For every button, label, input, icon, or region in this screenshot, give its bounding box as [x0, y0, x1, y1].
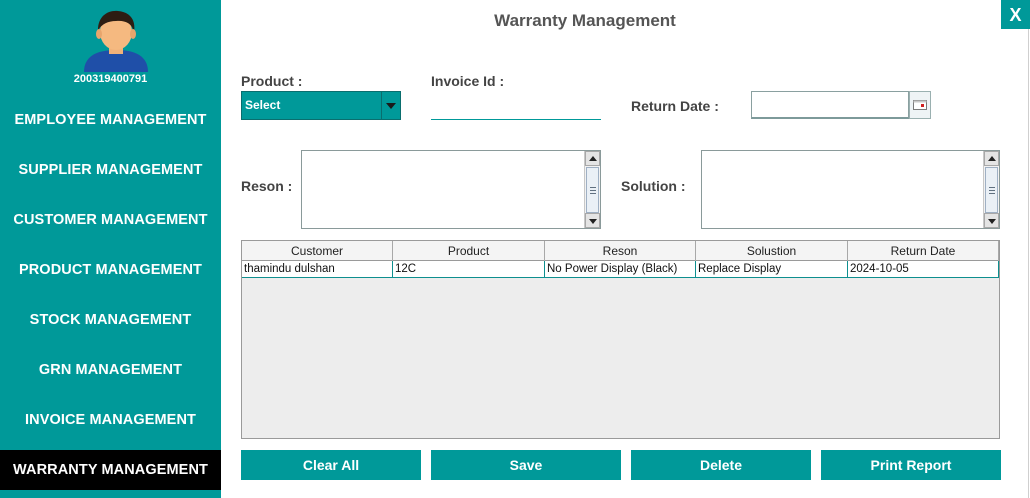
invoice-id-label: Invoice Id : [431, 73, 505, 89]
scroll-down-arrow-icon[interactable] [585, 213, 600, 228]
column-header-return-date[interactable]: Return Date [848, 241, 999, 261]
sidebar-item-grn-management[interactable]: GRN MANAGEMENT [0, 350, 221, 390]
solution-textarea[interactable] [702, 151, 983, 228]
column-header-product[interactable]: Product [393, 241, 545, 261]
product-select-value: Select [245, 98, 281, 112]
reason-textarea[interactable] [302, 151, 584, 228]
table-cell-reason: No Power Display (Black) [545, 261, 696, 277]
scroll-up-arrow-icon[interactable] [585, 151, 600, 166]
scroll-thumb[interactable] [586, 167, 599, 213]
solution-label: Solution : [621, 178, 686, 194]
save-button[interactable]: Save [431, 450, 621, 480]
table-row[interactable]: thamindu dulshan 12C No Power Display (B… [242, 261, 999, 278]
sidebar-item-invoice-management[interactable]: INVOICE MANAGEMENT [0, 400, 221, 440]
table-header: Customer Product Reson Solustion Return … [242, 241, 999, 261]
reason-textarea-box [301, 150, 601, 229]
chevron-down-icon[interactable] [381, 92, 400, 119]
column-header-reason[interactable]: Reson [545, 241, 696, 261]
user-avatar-icon [84, 10, 148, 72]
user-id: 200319400791 [73, 73, 148, 85]
page-title: Warranty Management [494, 11, 676, 30]
sidebar-item-warranty-management[interactable]: WARRANTY MANAGEMENT [0, 450, 221, 490]
product-label: Product : [241, 73, 303, 89]
table-cell-customer: thamindu dulshan [242, 261, 393, 277]
scroll-down-arrow-icon[interactable] [984, 213, 999, 228]
close-button[interactable]: X [1001, 0, 1030, 29]
return-date-input[interactable] [751, 91, 909, 119]
reason-scrollbar[interactable] [584, 151, 600, 228]
invoice-id-input[interactable] [431, 97, 601, 120]
table-cell-solution: Replace Display [696, 261, 848, 277]
product-select[interactable]: Select [241, 91, 401, 120]
scroll-up-arrow-icon[interactable] [984, 151, 999, 166]
sidebar: 200319400791 EMPLOYEE MANAGEMENT SUPPLIE… [0, 0, 221, 498]
solution-textarea-box [701, 150, 1000, 229]
print-report-button[interactable]: Print Report [821, 450, 1001, 480]
sidebar-item-supplier-management[interactable]: SUPPLIER MANAGEMENT [0, 150, 221, 190]
calendar-button[interactable] [909, 91, 931, 119]
sidebar-item-stock-management[interactable]: STOCK MANAGEMENT [0, 300, 221, 340]
return-date-label: Return Date : [631, 98, 719, 114]
sidebar-item-customer-management[interactable]: CUSTOMER MANAGEMENT [0, 200, 221, 240]
sidebar-item-product-management[interactable]: PRODUCT MANAGEMENT [0, 250, 221, 290]
table-cell-return-date: 2024-10-05 [848, 261, 999, 277]
column-header-solution[interactable]: Solustion [696, 241, 848, 261]
table-cell-product: 12C [393, 261, 545, 277]
clear-all-button[interactable]: Clear All [241, 450, 421, 480]
reason-label: Reson : [241, 178, 293, 194]
delete-button[interactable]: Delete [631, 450, 811, 480]
warranty-table: Customer Product Reson Solustion Return … [241, 240, 1000, 439]
solution-scrollbar[interactable] [983, 151, 999, 228]
scroll-thumb[interactable] [985, 167, 998, 213]
window-border [1028, 29, 1029, 498]
column-header-customer[interactable]: Customer [242, 241, 393, 261]
calendar-icon [913, 100, 927, 110]
sidebar-item-employee-management[interactable]: EMPLOYEE MANAGEMENT [0, 100, 221, 140]
